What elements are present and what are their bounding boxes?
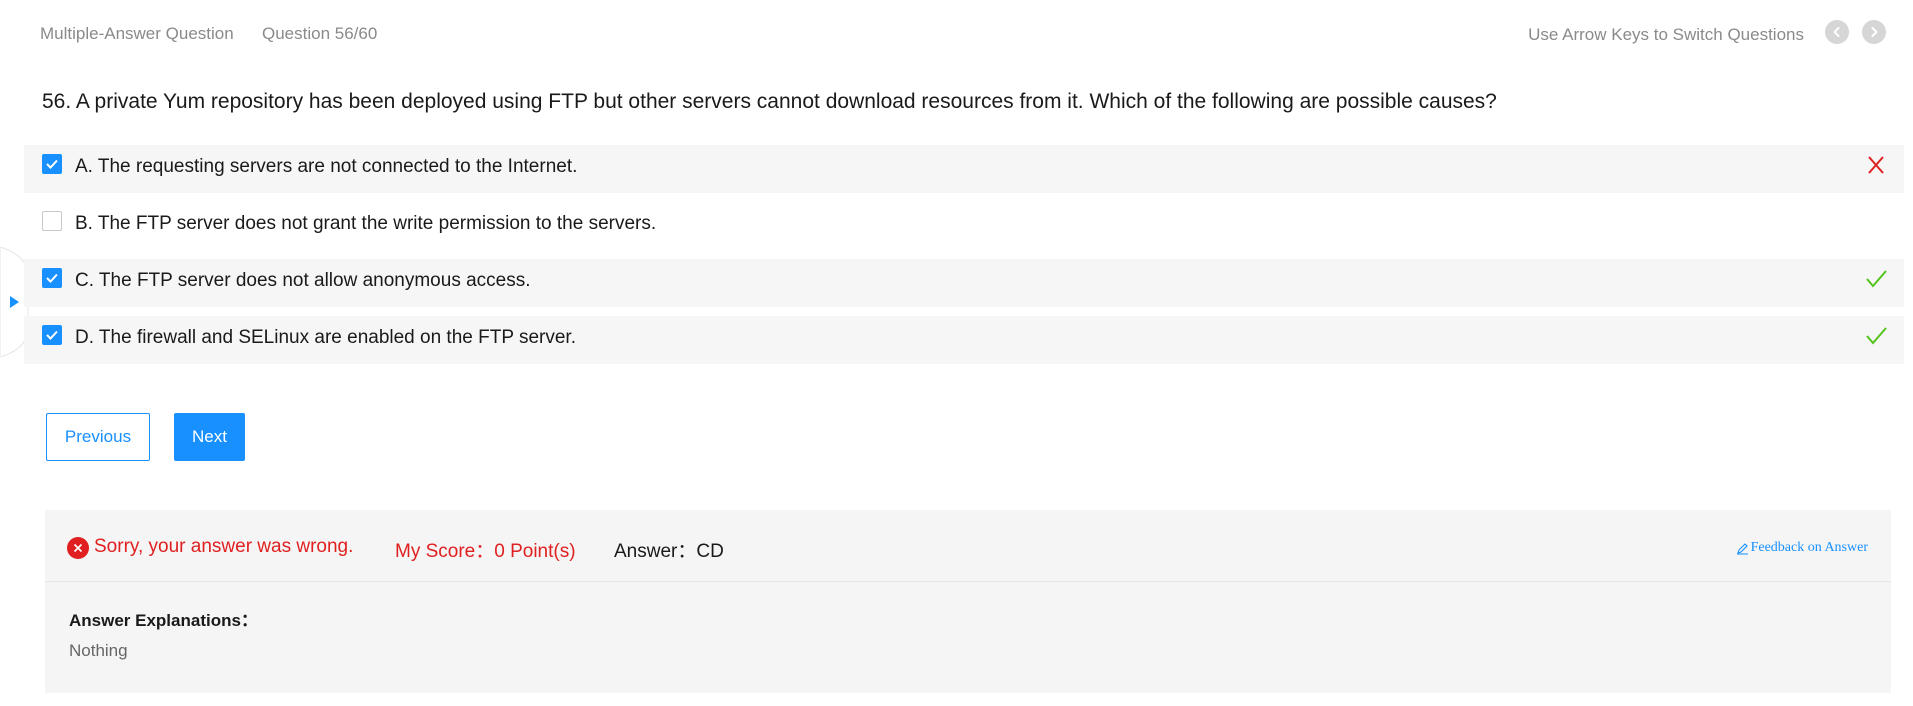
chevron-right-icon bbox=[1871, 27, 1878, 37]
checkmark-icon bbox=[1866, 327, 1887, 345]
result-panel: Sorry, your answer was wrong. My Score：0… bbox=[45, 510, 1891, 693]
checkmark-icon bbox=[1866, 270, 1887, 288]
wrong-answer-icon bbox=[67, 537, 89, 559]
option-label: D. The firewall and SELinux are enabled … bbox=[75, 327, 576, 348]
pencil-icon bbox=[1736, 542, 1748, 555]
result-summary: Sorry, your answer was wrong. My Score：0… bbox=[45, 510, 1891, 582]
question-text: 56. A private Yum repository has been de… bbox=[42, 90, 1497, 113]
option-c[interactable]: C. The FTP server does not allow anonymo… bbox=[24, 259, 1904, 307]
feedback-label: Feedback on Answer bbox=[1750, 540, 1868, 555]
question-header: Multiple-Answer Question Question 56/60 … bbox=[0, 0, 1913, 68]
option-a[interactable]: A. The requesting servers are not connec… bbox=[24, 145, 1904, 193]
question-type: Multiple-Answer Question bbox=[40, 24, 234, 43]
score-text: My Score：0 Point(s) bbox=[395, 541, 576, 562]
checkbox-checked[interactable] bbox=[42, 268, 62, 288]
correct-answer: Answer：CD bbox=[614, 541, 724, 562]
check-icon bbox=[46, 330, 58, 340]
previous-question-button[interactable] bbox=[1825, 20, 1849, 44]
answer-options: A. The requesting servers are not connec… bbox=[24, 145, 1904, 373]
option-label: A. The requesting servers are not connec… bbox=[75, 156, 578, 177]
option-label: B. The FTP server does not grant the wri… bbox=[75, 213, 657, 234]
explanation-title: Answer Explanations： bbox=[69, 611, 258, 630]
option-label: C. The FTP server does not allow anonymo… bbox=[75, 270, 531, 291]
cross-icon bbox=[1868, 156, 1884, 174]
next-question-button[interactable] bbox=[1862, 20, 1886, 44]
checkbox-unchecked[interactable] bbox=[42, 211, 62, 231]
check-icon bbox=[46, 159, 58, 169]
checkbox-checked[interactable] bbox=[42, 154, 62, 174]
previous-button[interactable]: Previous bbox=[46, 413, 150, 461]
explanation-body: Nothing bbox=[69, 641, 128, 660]
next-button[interactable]: Next bbox=[174, 413, 245, 461]
keyboard-hint: Use Arrow Keys to Switch Questions bbox=[1528, 25, 1804, 44]
checkbox-checked[interactable] bbox=[42, 325, 62, 345]
option-b[interactable]: B. The FTP server does not grant the wri… bbox=[24, 202, 1904, 250]
result-message: Sorry, your answer was wrong. bbox=[94, 536, 354, 557]
option-d[interactable]: D. The firewall and SELinux are enabled … bbox=[24, 316, 1904, 364]
feedback-link[interactable]: Feedback on Answer bbox=[1736, 540, 1868, 556]
question-index: Question 56/60 bbox=[262, 24, 378, 43]
chevron-left-icon bbox=[1833, 27, 1840, 37]
check-icon bbox=[46, 273, 58, 283]
